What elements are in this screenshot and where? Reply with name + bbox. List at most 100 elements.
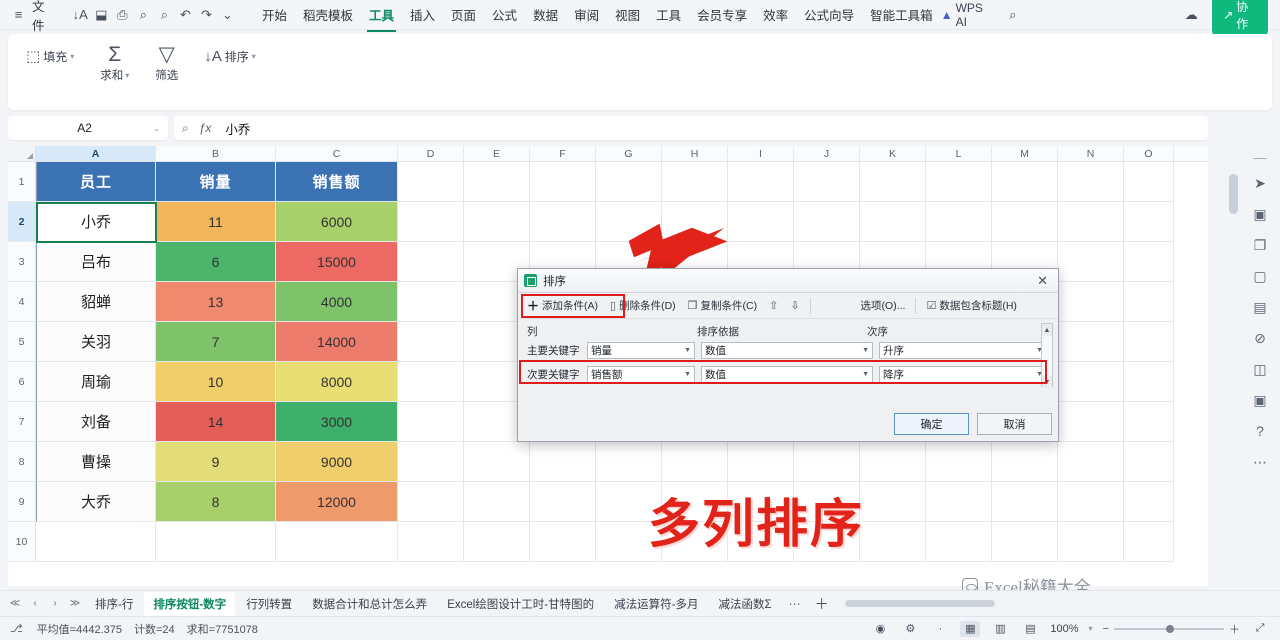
more-sheets-icon[interactable]: ⋯	[783, 597, 807, 611]
cell-H8[interactable]	[662, 442, 728, 482]
column-header-L[interactable]: L	[926, 146, 992, 161]
next-sheet-button[interactable]: ›	[46, 598, 64, 609]
cell-O7[interactable]	[1124, 402, 1174, 442]
secondary-order-dropdown[interactable]: 降序 ▼	[879, 365, 1047, 383]
scroll-track[interactable]	[1042, 336, 1052, 376]
menu-tab-review[interactable]: 审阅	[566, 1, 607, 28]
column-header-H[interactable]: H	[662, 146, 728, 161]
cell-C4[interactable]: 4000	[276, 282, 398, 322]
cell-D2[interactable]	[398, 202, 464, 242]
cell-A9[interactable]: 大乔	[36, 482, 156, 522]
sort-button[interactable]: ↓A 排序 ▾	[200, 46, 260, 67]
file-menu-button[interactable]: 文件	[29, 0, 57, 34]
horizontal-scrollbar[interactable]	[844, 600, 1274, 607]
normal-view-button[interactable]: ▦	[960, 620, 981, 637]
dot-icon[interactable]: ·	[930, 621, 950, 637]
sheet-tab-3[interactable]: 数据合计和总计怎么弄	[303, 592, 436, 616]
row-header-4[interactable]: 4	[8, 282, 36, 322]
cell-D1[interactable]	[398, 162, 464, 202]
cell-N5[interactable]	[1058, 322, 1124, 362]
cell-C7[interactable]: 3000	[276, 402, 398, 442]
layers-icon[interactable]: ❐	[1246, 231, 1274, 259]
ok-button[interactable]: 确定	[894, 413, 969, 435]
cell-K8[interactable]	[860, 442, 926, 482]
copy-condition-button[interactable]: ❐ 复制条件(C)	[683, 296, 762, 315]
cell-D4[interactable]	[398, 282, 464, 322]
cell-B7[interactable]: 14	[156, 402, 276, 442]
zoom-slider-track[interactable]	[1114, 624, 1224, 633]
cell-C9[interactable]: 12000	[276, 482, 398, 522]
menu-tab-templates[interactable]: 稻壳模板	[295, 1, 361, 28]
cell-D10[interactable]	[398, 522, 464, 562]
cell-B3[interactable]: 6	[156, 242, 276, 282]
dialog-titlebar[interactable]: 排序 ✕	[518, 269, 1058, 293]
menu-tab-member[interactable]: 会员专享	[689, 1, 755, 28]
primary-column-dropdown[interactable]: 销量 ▼	[587, 341, 695, 359]
cell-F2[interactable]	[530, 202, 596, 242]
primary-order-dropdown[interactable]: 升序 ▼	[879, 341, 1047, 359]
cell-M1[interactable]	[992, 162, 1058, 202]
undo-icon[interactable]: ↶	[175, 4, 196, 26]
cell-B10[interactable]	[156, 522, 276, 562]
cell-E1[interactable]	[464, 162, 530, 202]
search-icon[interactable]: ⌕	[1002, 4, 1024, 26]
no-entry-icon[interactable]: ⊘	[1246, 324, 1274, 352]
cell-F9[interactable]	[530, 482, 596, 522]
cell-G8[interactable]	[596, 442, 662, 482]
cell-K9[interactable]	[860, 482, 926, 522]
cell-A5[interactable]: 关羽	[36, 322, 156, 362]
cell-B1[interactable]: 销量	[156, 162, 276, 202]
redo-icon[interactable]: ↷	[196, 4, 217, 26]
cell-B5[interactable]: 7	[156, 322, 276, 362]
zoom-in-button[interactable]: ＋	[1229, 621, 1240, 637]
column-header-F[interactable]: F	[530, 146, 596, 161]
prev-sheet-button[interactable]: ‹	[26, 598, 44, 609]
insert-function-icon[interactable]: ƒx	[199, 121, 212, 135]
cell-B4[interactable]: 13	[156, 282, 276, 322]
cell-M10[interactable]	[992, 522, 1058, 562]
sheet-tab-0[interactable]: 排序-行	[86, 592, 142, 616]
column-header-G[interactable]: G	[596, 146, 662, 161]
cell-D9[interactable]	[398, 482, 464, 522]
menu-tab-formula[interactable]: 公式	[484, 1, 525, 28]
filter-button[interactable]: ▽ 筛选	[151, 42, 182, 85]
cell-D6[interactable]	[398, 362, 464, 402]
row-header-2[interactable]: 2	[8, 202, 36, 242]
cell-M2[interactable]	[992, 202, 1058, 242]
save-icon[interactable]: ⬓	[91, 4, 112, 26]
cell-I8[interactable]	[728, 442, 794, 482]
cell-C3[interactable]: 15000	[276, 242, 398, 282]
cell-M9[interactable]	[992, 482, 1058, 522]
sheet-tab-6[interactable]: 减法函数Σ	[709, 592, 780, 616]
cell-J8[interactable]	[794, 442, 860, 482]
menu-tab-efficiency[interactable]: 效率	[755, 1, 796, 28]
cell-L2[interactable]	[926, 202, 992, 242]
cell-N2[interactable]	[1058, 202, 1124, 242]
column-header-C[interactable]: C	[276, 146, 398, 161]
cell-O6[interactable]	[1124, 362, 1174, 402]
dialog-scrollbar[interactable]: ▲ ▼	[1041, 323, 1053, 388]
menu-tab-start[interactable]: 开始	[254, 1, 295, 28]
formula-input-zone[interactable]: ⌕ ƒx 小乔	[174, 116, 1208, 140]
vertical-scrollbar-thumb[interactable]	[1229, 174, 1238, 214]
cell-I1[interactable]	[728, 162, 794, 202]
cursor-select-icon[interactable]: ➤	[1246, 169, 1274, 197]
cell-O3[interactable]	[1124, 242, 1174, 282]
sheet-tab-5[interactable]: 减法运算符-多月	[605, 592, 707, 616]
cell-O10[interactable]	[1124, 522, 1174, 562]
page-break-button[interactable]: ▤	[1020, 621, 1040, 637]
menu-tab-formula-wizard[interactable]: 公式向导	[796, 1, 862, 28]
column-header-J[interactable]: J	[794, 146, 860, 161]
row-header-7[interactable]: 7	[8, 402, 36, 442]
column-header-D[interactable]: D	[398, 146, 464, 161]
row-header-3[interactable]: 3	[8, 242, 36, 282]
sheet-tab-1[interactable]: 排序按钮-数字	[144, 591, 236, 616]
cell-E9[interactable]	[464, 482, 530, 522]
image-icon[interactable]: ▣	[1246, 200, 1274, 228]
column-header-I[interactable]: I	[728, 146, 794, 161]
close-icon[interactable]: ✕	[1033, 273, 1052, 289]
cell-E2[interactable]	[464, 202, 530, 242]
fullscreen-icon[interactable]: ⤢	[1250, 621, 1270, 637]
cell-L1[interactable]	[926, 162, 992, 202]
eye-icon[interactable]: ◉	[870, 621, 890, 637]
